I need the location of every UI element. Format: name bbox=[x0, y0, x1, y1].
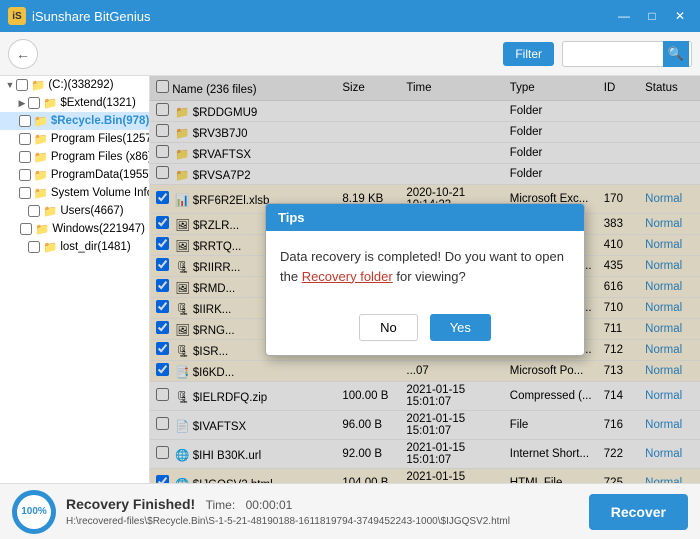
toggle-icon bbox=[16, 242, 28, 252]
sidebar-checkbox[interactable] bbox=[19, 133, 31, 145]
status-path: H:\recovered-files\$Recycle.Bin\S-1-5-21… bbox=[66, 516, 579, 527]
dialog-underline: Recovery folder bbox=[302, 269, 393, 284]
status-time-value: 00:00:01 bbox=[246, 498, 293, 512]
file-list-area: Name (236 files) Size Time Type ID Statu… bbox=[150, 76, 700, 483]
sidebar-label: Program Files (x86)(7470) bbox=[51, 151, 150, 163]
folder-icon: 📁 bbox=[34, 186, 48, 200]
sidebar-item-program-files-x86[interactable]: 📁 Program Files (x86)(7470) bbox=[0, 148, 149, 166]
dialog-yes-button[interactable]: Yes bbox=[430, 314, 491, 341]
folder-icon: 📁 bbox=[34, 168, 48, 182]
sidebar-checkbox[interactable] bbox=[28, 97, 40, 109]
dialog-buttons: No Yes bbox=[266, 306, 584, 355]
dialog-overlay: Tips Data recovery is completed! Do you … bbox=[150, 76, 700, 483]
sidebar-label: ProgramData(1955) bbox=[51, 169, 150, 181]
back-button[interactable]: ← bbox=[8, 39, 38, 69]
sidebar-checkbox[interactable] bbox=[19, 169, 31, 181]
filter-button[interactable]: Filter bbox=[503, 42, 554, 66]
sidebar-item-c-drive[interactable]: ▼ 📁 (C:)(338292) bbox=[0, 76, 149, 94]
main-area: ▼ 📁 (C:)(338292) ▶ 📁 $Extend(1321) 📁 $Re… bbox=[0, 76, 700, 483]
sidebar-checkbox[interactable] bbox=[16, 79, 28, 91]
toggle-icon: ▶ bbox=[16, 98, 28, 109]
status-main-line: Recovery Finished! Time: 00:00:01 bbox=[66, 496, 579, 514]
title-bar: iS iSunshare BitGenius — □ ✕ bbox=[0, 0, 700, 32]
sidebar-item-recycle-bin[interactable]: 📁 $Recycle.Bin(978) bbox=[0, 112, 149, 130]
sidebar-checkbox[interactable] bbox=[19, 187, 31, 199]
recovery-status-text: Recovery Finished! bbox=[66, 496, 195, 512]
dialog-no-button[interactable]: No bbox=[359, 314, 418, 341]
sidebar-label: $Recycle.Bin(978) bbox=[51, 115, 149, 127]
sidebar-label: Program Files(12576) bbox=[51, 133, 150, 145]
sidebar-label: lost_dir(1481) bbox=[60, 241, 130, 253]
search-button[interactable]: 🔍 bbox=[663, 41, 689, 67]
folder-icon: 📁 bbox=[35, 222, 49, 236]
dialog-body: Data recovery is completed! Do you want … bbox=[266, 231, 584, 306]
sidebar-item-system-volume[interactable]: 📁 System Volume Information(6) bbox=[0, 184, 149, 202]
sidebar-label: (C:)(338292) bbox=[48, 79, 113, 91]
dialog-title: Tips bbox=[266, 204, 584, 231]
sidebar-checkbox[interactable] bbox=[28, 241, 40, 253]
folder-icon: 📁 bbox=[43, 96, 57, 110]
folder-icon: 📁 bbox=[43, 204, 57, 218]
sidebar-item-program-data[interactable]: 📁 ProgramData(1955) bbox=[0, 166, 149, 184]
sidebar-checkbox[interactable] bbox=[28, 205, 40, 217]
sidebar-checkbox[interactable] bbox=[19, 151, 31, 163]
app-icon: iS bbox=[8, 7, 26, 25]
sidebar-item-extend[interactable]: ▶ 📁 $Extend(1321) bbox=[0, 94, 149, 112]
sidebar-item-lost-dir[interactable]: 📁 lost_dir(1481) bbox=[0, 238, 149, 256]
status-bar: 100% Recovery Finished! Time: 00:00:01 H… bbox=[0, 483, 700, 539]
toolbar: ← Filter 🔍 bbox=[0, 32, 700, 76]
folder-icon: 📁 bbox=[43, 240, 57, 254]
sidebar-label: $Extend(1321) bbox=[60, 97, 135, 109]
sidebar-checkbox[interactable] bbox=[20, 223, 32, 235]
toggle-icon bbox=[16, 206, 28, 216]
progress-label: 100% bbox=[21, 506, 47, 517]
window-controls: — □ ✕ bbox=[612, 6, 692, 26]
dialog-message: Data recovery is completed! Do you want … bbox=[280, 247, 570, 286]
folder-icon: 📁 bbox=[34, 114, 48, 128]
sidebar-item-users[interactable]: 📁 Users(4667) bbox=[0, 202, 149, 220]
folder-icon: 📁 bbox=[34, 150, 48, 164]
sidebar-label: Windows(221947) bbox=[52, 223, 145, 235]
sidebar: ▼ 📁 (C:)(338292) ▶ 📁 $Extend(1321) 📁 $Re… bbox=[0, 76, 150, 483]
maximize-button[interactable]: □ bbox=[640, 6, 664, 26]
status-time-label: Time: bbox=[206, 498, 236, 512]
sidebar-label: Users(4667) bbox=[60, 205, 123, 217]
sidebar-label: System Volume Information(6) bbox=[51, 187, 150, 199]
sidebar-item-windows[interactable]: 📁 Windows(221947) bbox=[0, 220, 149, 238]
search-input[interactable] bbox=[563, 47, 663, 61]
minimize-button[interactable]: — bbox=[612, 6, 636, 26]
search-box: 🔍 bbox=[562, 41, 692, 67]
folder-icon: 📁 bbox=[31, 78, 45, 92]
folder-icon: 📁 bbox=[34, 132, 48, 146]
status-text-area: Recovery Finished! Time: 00:00:01 H:\rec… bbox=[66, 496, 579, 527]
app-title: iSunshare BitGenius bbox=[32, 9, 612, 24]
progress-circle: 100% bbox=[12, 490, 56, 534]
close-button[interactable]: ✕ bbox=[668, 6, 692, 26]
sidebar-checkbox[interactable] bbox=[19, 115, 31, 127]
toggle-icon: ▼ bbox=[4, 80, 16, 90]
recover-button[interactable]: Recover bbox=[589, 494, 688, 530]
tips-dialog: Tips Data recovery is completed! Do you … bbox=[265, 203, 585, 356]
sidebar-item-program-files[interactable]: 📁 Program Files(12576) bbox=[0, 130, 149, 148]
